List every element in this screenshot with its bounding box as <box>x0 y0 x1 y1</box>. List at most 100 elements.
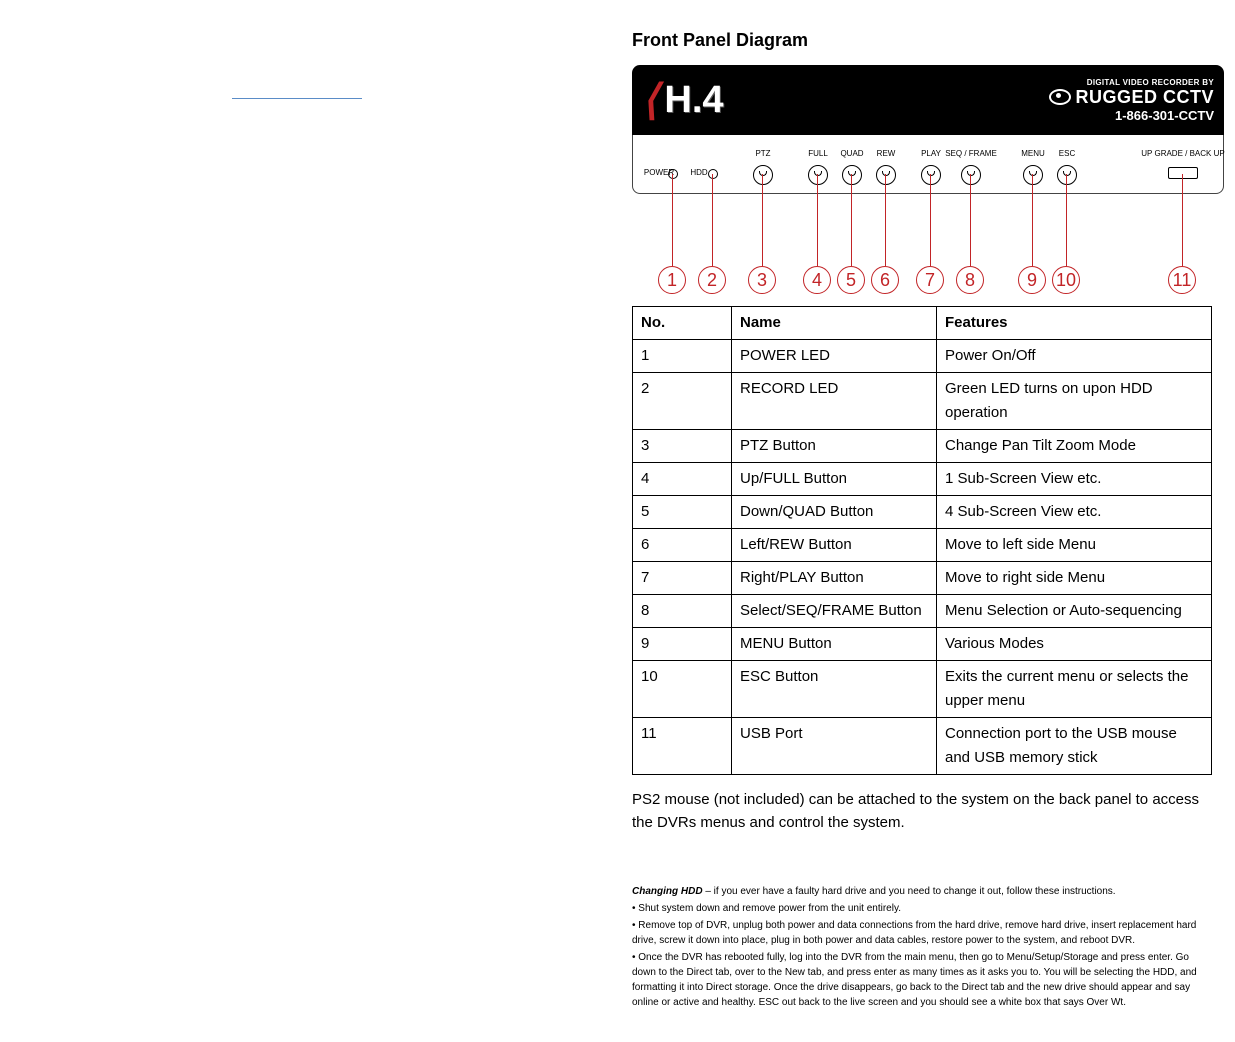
eye-icon <box>1049 89 1071 105</box>
panel-button-icon <box>876 165 896 185</box>
logo-text: H.4 <box>664 79 723 122</box>
callout-number: 5 <box>837 266 865 294</box>
logo-swoosh-icon: ⟨ <box>642 79 658 121</box>
callout-number: 8 <box>956 266 984 294</box>
led-icon <box>668 169 678 179</box>
panel-button-icon <box>1023 165 1043 185</box>
table-cell: 2 <box>633 373 732 430</box>
fine-heading-rest: – if you ever have a faulty hard drive a… <box>703 886 1116 897</box>
brand-phone: 1-866-301-CCTV <box>1049 108 1214 123</box>
fine-print: Changing HDD – if you ever have a faulty… <box>632 884 1212 1010</box>
table-row: 5Down/QUAD Button4 Sub-Screen View etc. <box>633 496 1212 529</box>
callout-line <box>970 174 971 266</box>
feature-table: No. Name Features 1POWER LEDPower On/Off… <box>632 306 1212 775</box>
led-label: HDD <box>690 168 707 177</box>
table-cell: Select/SEQ/FRAME Button <box>732 595 937 628</box>
callout-line <box>1182 174 1183 266</box>
table-cell: Left/REW Button <box>732 529 937 562</box>
table-cell: Move to left side Menu <box>937 529 1212 562</box>
front-panel-diagram: ⟨ H.4 DIGITAL VIDEO RECORDER BY RUGGED C… <box>632 65 1224 194</box>
fine-line: • Once the DVR has rebooted fully, log i… <box>632 950 1212 1010</box>
table-row: 2RECORD LEDGreen LED turns on upon HDD o… <box>633 373 1212 430</box>
table-cell: USB Port <box>732 718 937 775</box>
panel-header: ⟨ H.4 DIGITAL VIDEO RECORDER BY RUGGED C… <box>632 65 1224 135</box>
button-label: ESC <box>1059 149 1075 158</box>
fine-heading-line: Changing HDD – if you ever have a faulty… <box>632 884 1212 899</box>
table-cell: 1 Sub-Screen View etc. <box>937 463 1212 496</box>
table-cell: Up/FULL Button <box>732 463 937 496</box>
usb-label: UP GRADE / BACK UP <box>1141 149 1224 158</box>
table-cell: 5 <box>633 496 732 529</box>
callout-row: 1234567891011 <box>632 194 1224 294</box>
callout-line <box>817 174 818 266</box>
callout-line <box>1032 174 1033 266</box>
table-cell: MENU Button <box>732 628 937 661</box>
th-features: Features <box>937 307 1212 340</box>
button-label: SEQ / FRAME <box>945 149 997 158</box>
callout-number: 7 <box>916 266 944 294</box>
brand-tagline: DIGITAL VIDEO RECORDER BY <box>1049 78 1214 87</box>
table-cell: 6 <box>633 529 732 562</box>
button-label: MENU <box>1021 149 1045 158</box>
fine-heading: Changing HDD <box>632 886 703 897</box>
callout-number: 10 <box>1052 266 1080 294</box>
panel-button-icon <box>753 165 773 185</box>
table-cell: 4 <box>633 463 732 496</box>
table-cell: 3 <box>633 430 732 463</box>
callout-line <box>672 174 673 266</box>
panel-button-icon <box>808 165 828 185</box>
table-cell: 10 <box>633 661 732 718</box>
button-label: FULL <box>808 149 828 158</box>
table-row: 6Left/REW ButtonMove to left side Menu <box>633 529 1212 562</box>
fine-line: • Remove top of DVR, unplug both power a… <box>632 918 1212 948</box>
callout-number: 4 <box>803 266 831 294</box>
usb-port-icon <box>1168 167 1198 179</box>
table-cell: Green LED turns on upon HDD operation <box>937 373 1212 430</box>
table-row: 11USB PortConnection port to the USB mou… <box>633 718 1212 775</box>
table-cell: Menu Selection or Auto-sequencing <box>937 595 1212 628</box>
table-cell: Down/QUAD Button <box>732 496 937 529</box>
table-row: 9MENU ButtonVarious Modes <box>633 628 1212 661</box>
table-cell: Change Pan Tilt Zoom Mode <box>937 430 1212 463</box>
callout-number: 2 <box>698 266 726 294</box>
decorative-rule <box>232 98 362 99</box>
table-cell: 8 <box>633 595 732 628</box>
table-cell: Right/PLAY Button <box>732 562 937 595</box>
table-row: 4Up/FULL Button1 Sub-Screen View etc. <box>633 463 1212 496</box>
button-label: REW <box>877 149 896 158</box>
callout-line <box>930 174 931 266</box>
callout-line <box>712 174 713 266</box>
table-cell: RECORD LED <box>732 373 937 430</box>
panel-button-icon <box>1057 165 1077 185</box>
table-cell: 7 <box>633 562 732 595</box>
callout-line <box>851 174 852 266</box>
table-cell: 9 <box>633 628 732 661</box>
brand-name-text: RUGGED CCTV <box>1075 87 1214 108</box>
table-cell: Various Modes <box>937 628 1212 661</box>
panel-button-icon <box>921 165 941 185</box>
table-row: 1POWER LEDPower On/Off <box>633 340 1212 373</box>
product-logo: ⟨ H.4 <box>642 79 724 122</box>
brand-block: DIGITAL VIDEO RECORDER BY RUGGED CCTV 1-… <box>1049 78 1214 123</box>
fine-line: • Shut system down and remove power from… <box>632 901 1212 916</box>
th-no: No. <box>633 307 732 340</box>
led-icon <box>708 169 718 179</box>
table-cell: PTZ Button <box>732 430 937 463</box>
table-row: 10ESC ButtonExits the current menu or se… <box>633 661 1212 718</box>
callout-line <box>762 174 763 266</box>
table-cell: Exits the current menu or selects the up… <box>937 661 1212 718</box>
page-title: Front Panel Diagram <box>632 30 1205 51</box>
button-label: PTZ <box>755 149 770 158</box>
ps2-note: PS2 mouse (not included) can be attached… <box>632 789 1212 834</box>
brand-name: RUGGED CCTV <box>1049 87 1214 108</box>
callout-line <box>885 174 886 266</box>
table-cell: 1 <box>633 340 732 373</box>
callout-number: 6 <box>871 266 899 294</box>
callout-number: 9 <box>1018 266 1046 294</box>
table-row: 3PTZ ButtonChange Pan Tilt Zoom Mode <box>633 430 1212 463</box>
table-cell: Connection port to the USB mouse and USB… <box>937 718 1212 775</box>
table-cell: POWER LED <box>732 340 937 373</box>
table-cell: ESC Button <box>732 661 937 718</box>
table-row: 8Select/SEQ/FRAME ButtonMenu Selection o… <box>633 595 1212 628</box>
table-cell: Power On/Off <box>937 340 1212 373</box>
